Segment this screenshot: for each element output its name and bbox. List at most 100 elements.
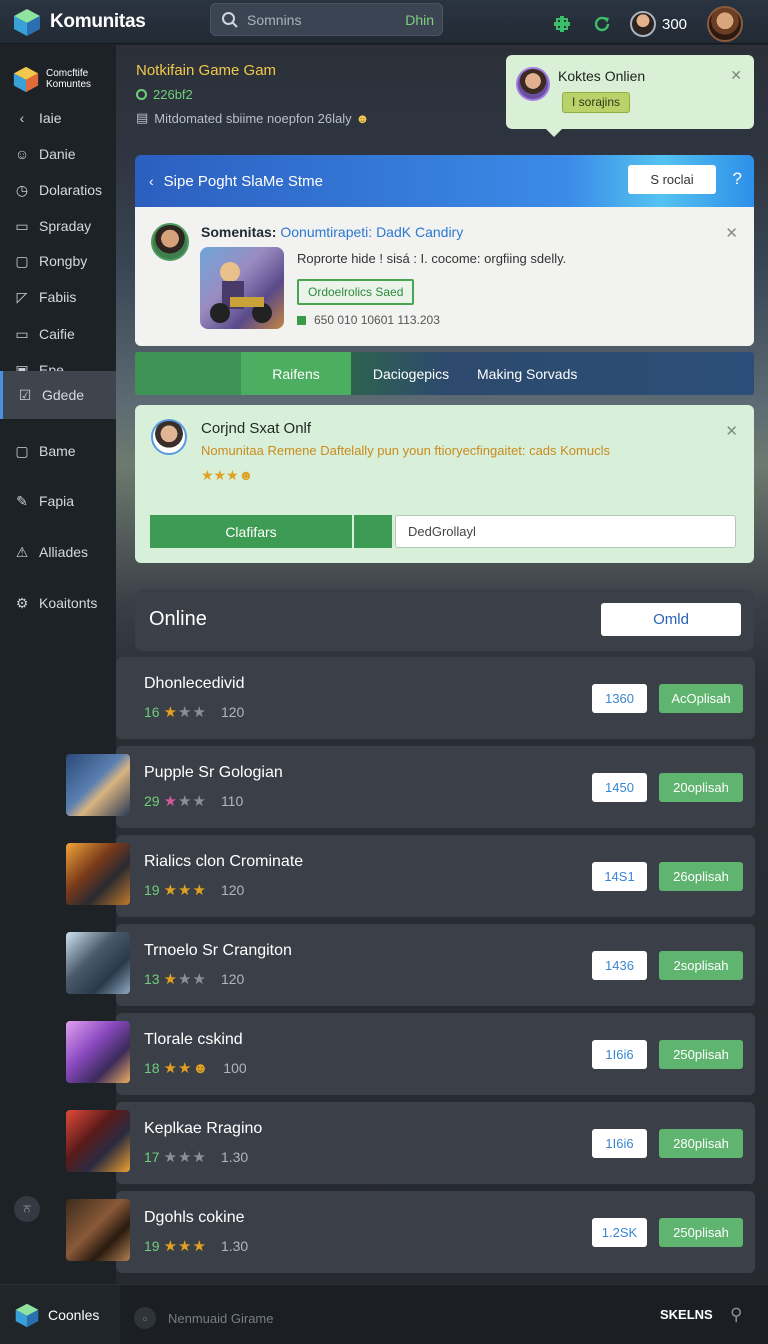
close-icon[interactable]: ✕ [725,422,738,440]
tooltip-pill[interactable]: I sorajins [562,92,631,113]
game-thumbnail[interactable] [66,754,130,816]
online-label: Online [149,608,207,630]
post-title: Somenitas: Oonumtirapeti: DadK Candiry [201,224,464,240]
game-thumbnail[interactable] [66,1021,130,1083]
star-icon: ★ [178,704,193,721]
check-icon: ☑ [18,386,32,403]
game-score: 1.30 [220,1149,249,1165]
avatar[interactable] [151,223,189,261]
game-score: 1.30 [220,1238,249,1254]
list-item[interactable]: Keplkae Rragino 17 ★★★ 1.30 1I6i6 280plisah [66,1102,755,1184]
game-value: 1450 [592,773,647,802]
rating-stars: ★★★ [164,792,207,810]
game-meta: 19 ★★★ 120 [144,881,244,899]
list-item[interactable]: Rialics clon Crominate 19 ★★★ 120 14S1 26opli… [66,835,755,917]
game-action-button[interactable]: 250plisah [659,1218,743,1247]
game-rank: 19 [144,882,160,898]
sidebar-item-danie[interactable]: ☺ Danie [0,139,116,169]
game-thumbnail[interactable] [66,932,130,994]
rating-stars: ★★★ [164,1148,207,1166]
sidebar-item-koaitonts[interactable]: ⚙ Koaitonts [0,588,116,618]
tab-blank[interactable] [135,352,241,395]
status-dot-icon [136,89,147,100]
list-item[interactable]: Tlorale cskind 18 ★★☻ 100 1I6i6 250plisah [66,1013,755,1095]
list-item[interactable]: Pupple Sr Gologian 29 ★★★ 110 1450 20oplisah [66,746,755,828]
game-name: Dhonlecedivid [144,675,245,692]
game-action-button[interactable]: AcOplisah [659,684,743,713]
list-item[interactable]: Trnoelo Sr Crangiton 13 ★★★ 120 1436 2soplisa… [66,924,755,1006]
refresh-icon[interactable] [590,12,614,36]
star-icon: ★ [163,1149,179,1166]
notification-count: 226bf2 [136,87,369,102]
emoji-icon: ☻ [355,110,370,126]
footer-search[interactable]: ▫ Nenmuaid Girame [134,1307,274,1329]
sidebar-item-alliades[interactable]: ⚠ Alliades [0,537,116,567]
search-bar[interactable]: Dhin [210,3,443,36]
online-tooltip: Koktes Onlien I sorajins ✕ [506,55,754,137]
game-thumbnail[interactable] [66,1110,130,1172]
sidebar-item-dolaratios[interactable]: ◷ Dolaratios [0,175,116,205]
app-name: Komunitas [50,10,146,32]
panel-action-button[interactable]: S roclai [628,165,716,194]
list-item[interactable]: Dhonlecedivid 16 ★★★ 120 1360 AcOplisah [116,657,755,739]
game-value: 1360 [592,684,647,713]
star-icon: ★ [178,882,193,899]
sidebar-item-fabiis[interactable]: ◸ Fabiis [0,282,116,312]
cube-logo-icon [15,1303,39,1328]
tab-raifens[interactable]: Raifens [241,352,351,395]
star-icon: ★ [192,971,207,988]
sidebar-item-caifie[interactable]: ▭ Caifie [0,319,116,349]
game-action-button[interactable]: 20oplisah [659,773,743,802]
online-button[interactable]: Omld [601,603,741,636]
sidebar-item-gdede[interactable]: ☑ Gdede [0,371,116,419]
sidebar-item-spraday[interactable]: ▭ Spraday [0,211,116,241]
post-title-link[interactable]: Oonumtirapeti: DadK Candiry [280,224,463,240]
star-icon: ★ [192,1238,207,1255]
post-description: Roprorte hide ! sisá : I. cocome: orgfii… [297,251,567,266]
game-rank: 18 [144,1060,160,1076]
game-action-button[interactable]: 250plisah [659,1040,743,1069]
plus-controller-icon[interactable] [550,12,574,36]
list-item[interactable]: Dgohls cokine 19 ★★★ 1.30 1.2SK 250plisah [66,1191,755,1273]
game-action-button[interactable]: 2soplisah [659,951,743,980]
footer-brand[interactable]: Coonles [0,1285,120,1344]
sidebar-logo[interactable]: Comcftife Komuntes [0,45,116,101]
game-thumbnail[interactable] [66,1199,130,1261]
sidebar-item-iaie[interactable]: ‹ Iaie [0,103,116,133]
game-score: 110 [220,793,244,809]
game-thumbnail[interactable] [66,843,130,905]
post-tag[interactable]: Ordoelrolics Saed [297,279,415,305]
back-chevron-icon[interactable]: ‹ [149,173,154,189]
search-icon: ▫ [134,1307,156,1329]
chat-secondary-button[interactable] [354,515,392,548]
game-action-button[interactable]: 26oplisah [659,862,743,891]
emoji-icon: ☻ [238,467,254,483]
chat-input[interactable] [395,515,736,548]
profile-avatar[interactable] [707,6,744,42]
sidebar-item-fapia[interactable]: ✎ Fapia [0,486,116,516]
checkbox-icon [297,315,306,325]
search-tag[interactable]: Dhin [405,12,434,28]
tab-making-sorvads[interactable]: Making Sorvads [471,352,596,395]
help-icon[interactable]: ? [733,169,742,189]
search-input[interactable] [247,11,387,28]
cube-logo-icon [12,7,42,37]
sidebar-item-bame[interactable]: ▢ Bame [0,436,116,466]
avatar[interactable] [151,419,187,455]
game-score: 100 [223,1060,247,1076]
tab-daciogepics[interactable]: Daciogepics [351,352,471,395]
image-icon: ▤ [136,110,149,125]
game-action-button[interactable]: 280plisah [659,1129,743,1158]
game-thumbnail[interactable] [200,247,284,329]
pin-icon[interactable]: ⚲ [730,1305,742,1325]
close-icon[interactable]: ✕ [725,224,738,242]
app-logo[interactable]: Komunitas [12,7,146,37]
chat-primary-button[interactable]: Clafifars [150,515,352,548]
close-icon[interactable]: ✕ [730,67,742,84]
footer-status[interactable]: SKELNS [660,1307,713,1322]
game-value: 1436 [592,951,647,980]
user-avatar[interactable] [630,11,656,37]
game-meta: 19 ★★★ 1.30 [144,1237,248,1255]
sidebar-item-rongby[interactable]: ▢ Rongby [0,246,116,276]
sidebar-badge[interactable]: ਨ [14,1196,40,1222]
